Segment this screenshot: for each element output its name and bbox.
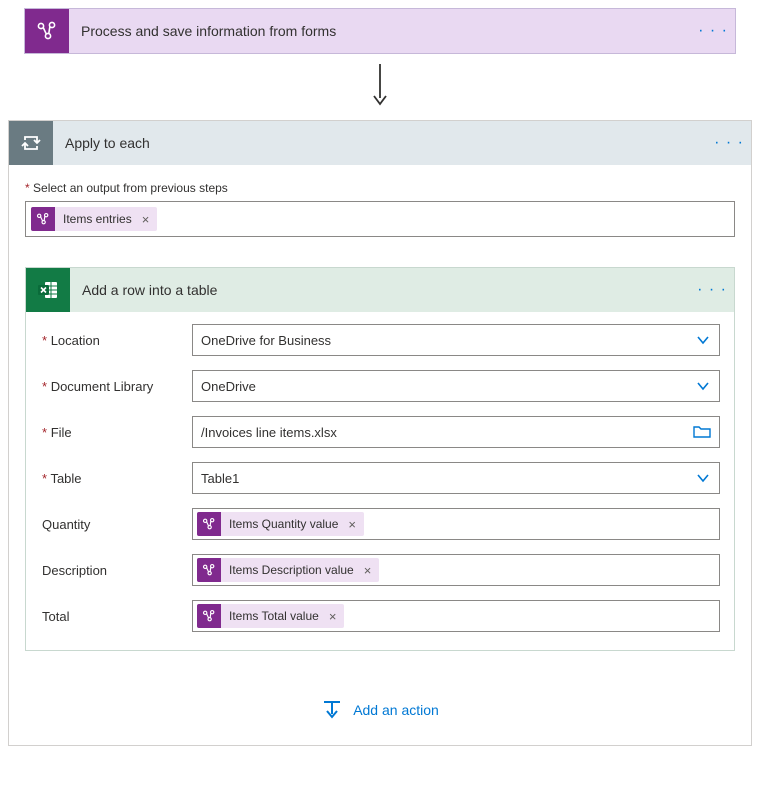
field-label: * File bbox=[40, 425, 192, 440]
field-label: * Table bbox=[40, 471, 192, 486]
flow-arrow bbox=[8, 54, 752, 120]
location-dropdown[interactable]: OneDrive for Business bbox=[192, 324, 720, 356]
folder-icon bbox=[693, 424, 711, 440]
document-library-value: OneDrive bbox=[201, 379, 695, 394]
field-label: * Document Library bbox=[40, 379, 192, 394]
chevron-down-icon bbox=[695, 470, 711, 486]
location-value: OneDrive for Business bbox=[201, 333, 695, 348]
chevron-down-icon bbox=[695, 332, 711, 348]
excel-header[interactable]: Add a row into a table · · · bbox=[26, 268, 734, 312]
field-label: Quantity bbox=[40, 517, 192, 532]
add-action-label: Add an action bbox=[353, 702, 439, 718]
apply-to-each-header[interactable]: Apply to each · · · bbox=[9, 121, 751, 165]
action-header: Process and save information from forms … bbox=[25, 9, 735, 53]
select-output-label-text: Select an output from previous steps bbox=[33, 181, 228, 195]
excel-add-row-card: Add a row into a table · · · * Location … bbox=[25, 267, 735, 651]
excel-body: * Location OneDrive for Business * Docum… bbox=[26, 312, 734, 650]
ai-builder-icon bbox=[197, 604, 221, 628]
apply-to-each-body: * Select an output from previous steps I… bbox=[9, 165, 751, 745]
more-menu-button[interactable]: · · · bbox=[691, 9, 735, 53]
file-picker[interactable]: /Invoices line items.xlsx bbox=[192, 416, 720, 448]
total-input[interactable]: Items Total value × bbox=[192, 600, 720, 632]
document-library-dropdown[interactable]: OneDrive bbox=[192, 370, 720, 402]
chevron-down-icon bbox=[695, 378, 711, 394]
ai-builder-icon bbox=[197, 512, 221, 536]
field-row-document-library: * Document Library OneDrive bbox=[40, 370, 720, 402]
table-dropdown[interactable]: Table1 bbox=[192, 462, 720, 494]
token-quantity[interactable]: Items Quantity value × bbox=[197, 512, 364, 536]
table-value: Table1 bbox=[201, 471, 695, 486]
ai-builder-icon bbox=[31, 207, 55, 231]
token-description[interactable]: Items Description value × bbox=[197, 558, 379, 582]
more-menu-button[interactable]: · · · bbox=[707, 121, 751, 165]
field-row-description: Description Items Description value × bbox=[40, 554, 720, 586]
apply-to-each-title: Apply to each bbox=[53, 135, 707, 151]
excel-action-title: Add a row into a table bbox=[70, 282, 690, 298]
field-label: Description bbox=[40, 563, 192, 578]
remove-token-button[interactable]: × bbox=[346, 517, 364, 532]
token-label: Items Description value bbox=[221, 563, 362, 577]
ai-builder-icon bbox=[197, 558, 221, 582]
remove-token-button[interactable]: × bbox=[362, 563, 380, 578]
select-output-input[interactable]: Items entries × bbox=[25, 201, 735, 237]
field-row-quantity: Quantity Items Quantity value × bbox=[40, 508, 720, 540]
token-total[interactable]: Items Total value × bbox=[197, 604, 344, 628]
action-title: Process and save information from forms bbox=[69, 23, 691, 39]
field-row-total: Total Items Total value × bbox=[40, 600, 720, 632]
ai-builder-icon bbox=[25, 9, 69, 53]
file-value: /Invoices line items.xlsx bbox=[201, 425, 693, 440]
field-row-file: * File /Invoices line items.xlsx bbox=[40, 416, 720, 448]
remove-token-button[interactable]: × bbox=[140, 212, 158, 227]
apply-to-each-card: Apply to each · · · * Select an output f… bbox=[8, 120, 752, 746]
action-card-process-forms[interactable]: Process and save information from forms … bbox=[24, 8, 736, 54]
add-action-button[interactable]: Add an action bbox=[25, 699, 735, 721]
more-menu-button[interactable]: · · · bbox=[690, 268, 734, 312]
excel-icon bbox=[26, 268, 70, 312]
token-label: Items Quantity value bbox=[221, 517, 346, 531]
loop-icon bbox=[9, 121, 53, 165]
description-input[interactable]: Items Description value × bbox=[192, 554, 720, 586]
token-label: Items Total value bbox=[221, 609, 327, 623]
add-action-icon bbox=[321, 699, 343, 721]
token-items-entries[interactable]: Items entries × bbox=[31, 207, 157, 231]
field-row-location: * Location OneDrive for Business bbox=[40, 324, 720, 356]
token-label: Items entries bbox=[55, 212, 140, 226]
field-label: * Location bbox=[40, 333, 192, 348]
quantity-input[interactable]: Items Quantity value × bbox=[192, 508, 720, 540]
select-output-label: * Select an output from previous steps bbox=[25, 181, 735, 195]
field-label: Total bbox=[40, 609, 192, 624]
remove-token-button[interactable]: × bbox=[327, 609, 345, 624]
field-row-table: * Table Table1 bbox=[40, 462, 720, 494]
